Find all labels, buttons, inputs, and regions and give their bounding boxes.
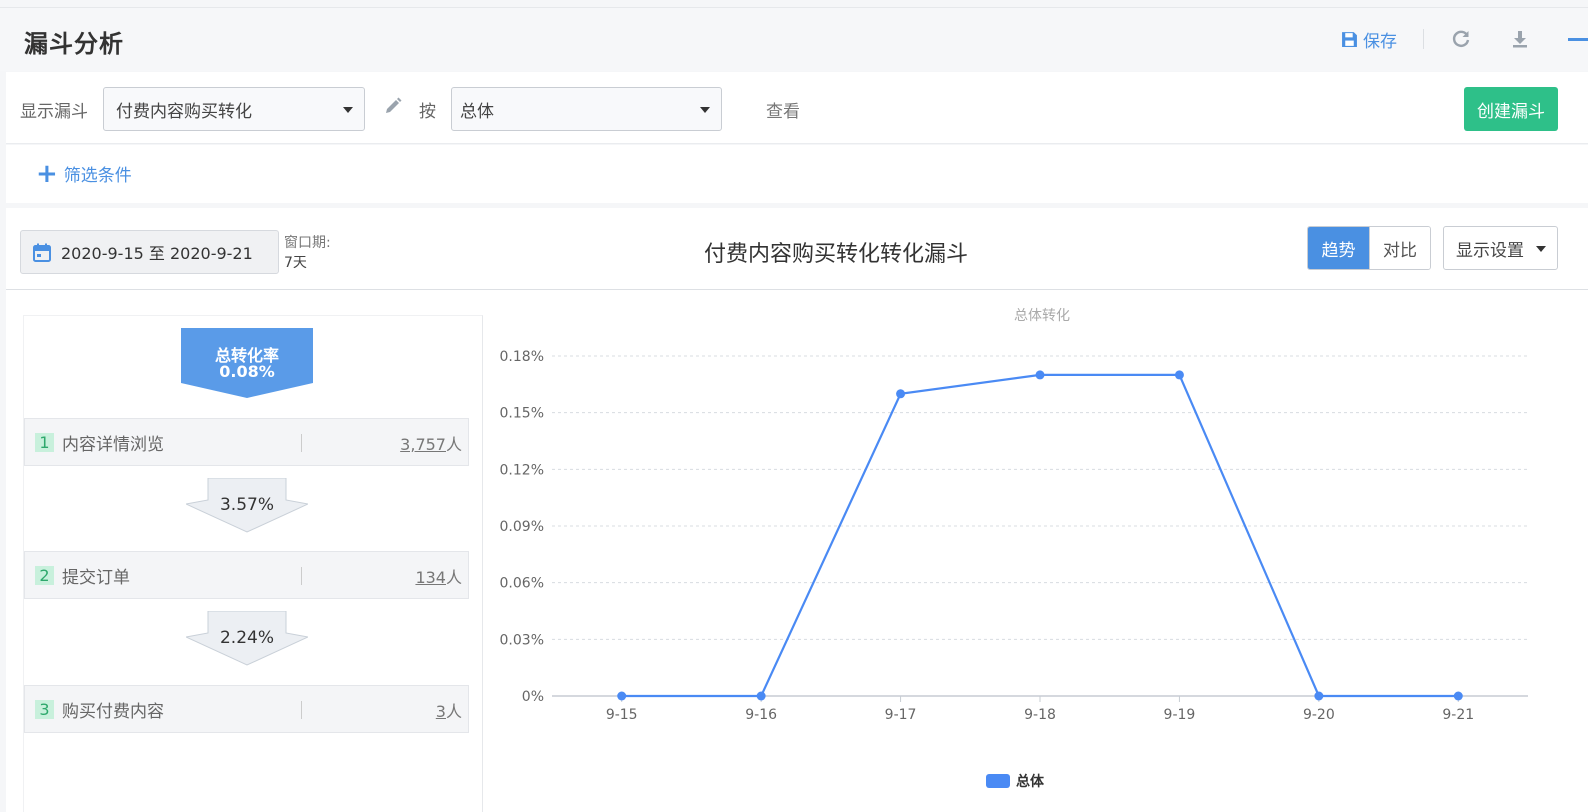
plus-icon: + [36, 158, 58, 189]
download-icon [1513, 31, 1527, 48]
step-conversion-arrow: 2.24% [184, 610, 310, 667]
funnel-step: 3 购买付费内容 3人 [24, 685, 469, 733]
step-count-link[interactable]: 3 [436, 702, 446, 721]
data-point [896, 389, 906, 399]
step-divider [301, 701, 302, 719]
y-tick-label: 0% [522, 689, 544, 705]
x-tick-label: 9-19 [1164, 707, 1196, 723]
step-count-link[interactable]: 3,757 [400, 435, 446, 454]
total-conversion-rate: 0.08% [219, 362, 275, 381]
step-count-link[interactable]: 134 [415, 568, 446, 587]
data-point [1035, 370, 1045, 380]
step-count-unit: 人 [445, 435, 462, 454]
data-point [1314, 691, 1324, 701]
more-button[interactable] [1568, 29, 1588, 49]
step-count: 3人 [436, 698, 462, 722]
step-divider [301, 434, 302, 452]
series-line [621, 373, 1459, 698]
pencil-icon [386, 97, 402, 113]
tab-compare[interactable]: 对比 [1369, 227, 1430, 269]
refresh-icon [1452, 30, 1470, 47]
x-tick-label: 9-17 [885, 707, 917, 723]
save-label: 保存 [1363, 31, 1397, 52]
add-filter-label: 筛选条件 [63, 166, 132, 186]
page-header: 漏斗分析 保存 [0, 7, 1588, 71]
caret-down-icon [700, 107, 710, 113]
tab-trend[interactable]: 趋势 [1308, 227, 1369, 269]
y-tick-label: 0.12% [500, 462, 544, 478]
download-button[interactable] [1510, 29, 1530, 49]
by-label: 按 [419, 102, 436, 122]
data-point [1174, 370, 1184, 380]
view-mode-toggle: 趋势 对比 [1307, 226, 1431, 270]
data-point [617, 691, 627, 701]
plus-icon [1568, 38, 1588, 41]
step-number: 1 [35, 432, 54, 452]
x-tick-label: 9-16 [745, 707, 777, 723]
step-conversion-rate: 2.24% [219, 628, 274, 648]
funnel-step: 2 提交订单 134人 [24, 551, 469, 599]
x-tick-label: 9-18 [1024, 707, 1056, 723]
step-number: 2 [35, 565, 54, 585]
x-tick-label: 9-20 [1303, 707, 1335, 723]
chart-title: 总体转化 [1014, 308, 1070, 324]
data-point [1453, 691, 1463, 701]
step-conversion-rate: 3.57% [219, 495, 274, 515]
x-tick-label: 9-15 [606, 707, 638, 723]
legend-label: 总体 [1016, 773, 1045, 790]
page-title: 漏斗分析 [24, 30, 124, 58]
step-name: 提交订单 [62, 567, 130, 588]
display-settings-dropdown[interactable]: 显示设置 [1443, 226, 1558, 270]
funnel-step: 1 内容详情浏览 3,757人 [24, 418, 469, 466]
view-button[interactable]: 查看 [766, 97, 800, 122]
refresh-button[interactable] [1450, 28, 1472, 50]
create-funnel-button[interactable]: 创建漏斗 [1464, 87, 1558, 131]
save-button[interactable]: 保存 [1341, 27, 1397, 52]
display-settings-label: 显示设置 [1456, 240, 1524, 261]
group-select[interactable]: 总体 [451, 87, 722, 131]
funnel-toolbar: 显示漏斗 付费内容购买转化 按 总体 查看 创建漏斗 [6, 72, 1588, 144]
legend-swatch [986, 774, 1010, 788]
funnel-steps-panel: 总转化率 0.08% 1 内容详情浏览 3,757人 3.57% 2 提交订单 … [23, 315, 483, 812]
trend-chart-svg: 总体转化 0% 0.03% 0.06% 0.09% 0.12% 0.15% 0.18% 9-15… [500, 308, 1528, 790]
add-filter-button[interactable]: + 筛选条件 [36, 158, 132, 189]
show-funnel-label: 显示漏斗 [20, 102, 88, 122]
y-tick-label: 0.09% [500, 519, 544, 535]
caret-down-icon [1536, 246, 1546, 252]
floppy-disk-icon [1342, 31, 1357, 47]
funnel-select-value: 付费内容购买转化 [116, 102, 252, 122]
funnel-report: 2020-9-15 至 2020-9-21 窗口期: 7天 付费内容购买转化转化… [6, 208, 1588, 812]
step-divider [301, 567, 302, 585]
y-tick-label: 0.06% [500, 576, 544, 592]
y-tick-label: 0.18% [500, 349, 544, 365]
step-name: 内容详情浏览 [62, 434, 164, 455]
step-count: 3,757人 [400, 431, 462, 455]
edit-funnel-button[interactable] [384, 97, 402, 119]
step-conversion-arrow: 3.57% [184, 477, 310, 534]
trend-chart: 总体转化 0% 0.03% 0.06% 0.09% 0.12% 0.15% 0.18% 9-15… [484, 290, 1588, 812]
total-conversion-badge: 总转化率 0.08% [181, 328, 313, 398]
step-count: 134人 [415, 564, 462, 588]
data-point [756, 691, 766, 701]
step-name: 购买付费内容 [62, 701, 164, 722]
caret-down-icon [343, 107, 353, 113]
x-tick-label: 9-21 [1442, 707, 1474, 723]
filter-row: + 筛选条件 [6, 145, 1588, 203]
y-tick-label: 0.03% [500, 632, 544, 648]
header-actions: 保存 [1341, 22, 1588, 56]
funnel-select[interactable]: 付费内容购买转化 [103, 87, 365, 131]
y-tick-label: 0.15% [500, 406, 544, 422]
step-count-unit: 人 [445, 702, 462, 721]
page: 漏斗分析 保存 显示漏斗 付费内容购买转化 按 总体 查看 创建漏斗 + 筛选条… [0, 0, 1588, 812]
step-count-unit: 人 [445, 568, 462, 587]
header-divider [1423, 29, 1424, 49]
group-select-value: 总体 [460, 102, 494, 122]
step-number: 3 [35, 699, 54, 719]
